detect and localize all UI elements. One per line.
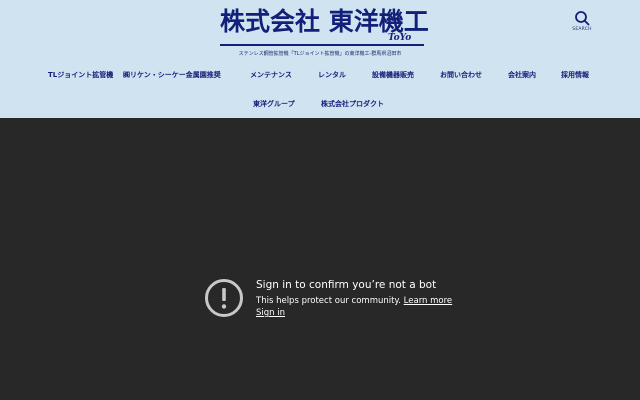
search-icon xyxy=(575,11,590,26)
bot-check-desc-text: This helps protect our community. xyxy=(256,296,401,306)
site-header: 株式会社 東洋機工 ToYo ステンレス鋼管拡管機「TLジョイント拡管機」の東洋… xyxy=(0,0,640,118)
nav-item-rental[interactable]: レンタル xyxy=(318,70,346,80)
site-tagline: ステンレス鋼管拡管機「TLジョイント拡管機」の東洋機工-群馬県沼田市 xyxy=(238,51,402,57)
nav-item-tl-joint[interactable]: TLジョイント拡管機 xyxy=(48,70,113,80)
nav-item-equipment-sales[interactable]: 設備機器販売 xyxy=(372,70,414,80)
alert-icon xyxy=(205,279,243,317)
logo-text: 株式会社 東洋機工 xyxy=(220,7,429,36)
sign-in-link[interactable]: Sign in xyxy=(256,307,285,319)
nav-item-company[interactable]: 会社案内 xyxy=(508,70,536,80)
bot-check-description: This helps protect our community. Learn … xyxy=(256,295,452,307)
bot-check-title: Sign in to confirm you’re not a bot xyxy=(256,279,437,291)
search-button[interactable]: SEARCH xyxy=(570,10,594,36)
learn-more-link[interactable]: Learn more xyxy=(404,296,452,306)
nav-item-contact[interactable]: お問い合わせ xyxy=(440,70,482,80)
logo-underline xyxy=(220,44,424,46)
nav-item-maintenance[interactable]: メンテナンス xyxy=(250,70,292,80)
nav-item-product[interactable]: 株式会社プロダクト xyxy=(321,99,384,109)
nav-item-recruit[interactable]: 採用情報 xyxy=(561,70,589,80)
nav-item-toyo-group[interactable]: 東洋グループ xyxy=(253,99,295,109)
logo-subtext: ToYo xyxy=(388,33,412,43)
company-logo[interactable]: 株式会社 東洋機工 ToYo xyxy=(220,8,429,46)
nav-item-riken[interactable]: ㈱リケン・シーケー金属園推奨 xyxy=(123,70,221,80)
search-label: SEARCH xyxy=(572,27,592,32)
video-embed[interactable]: Sign in to confirm you’re not a bot This… xyxy=(0,118,640,400)
